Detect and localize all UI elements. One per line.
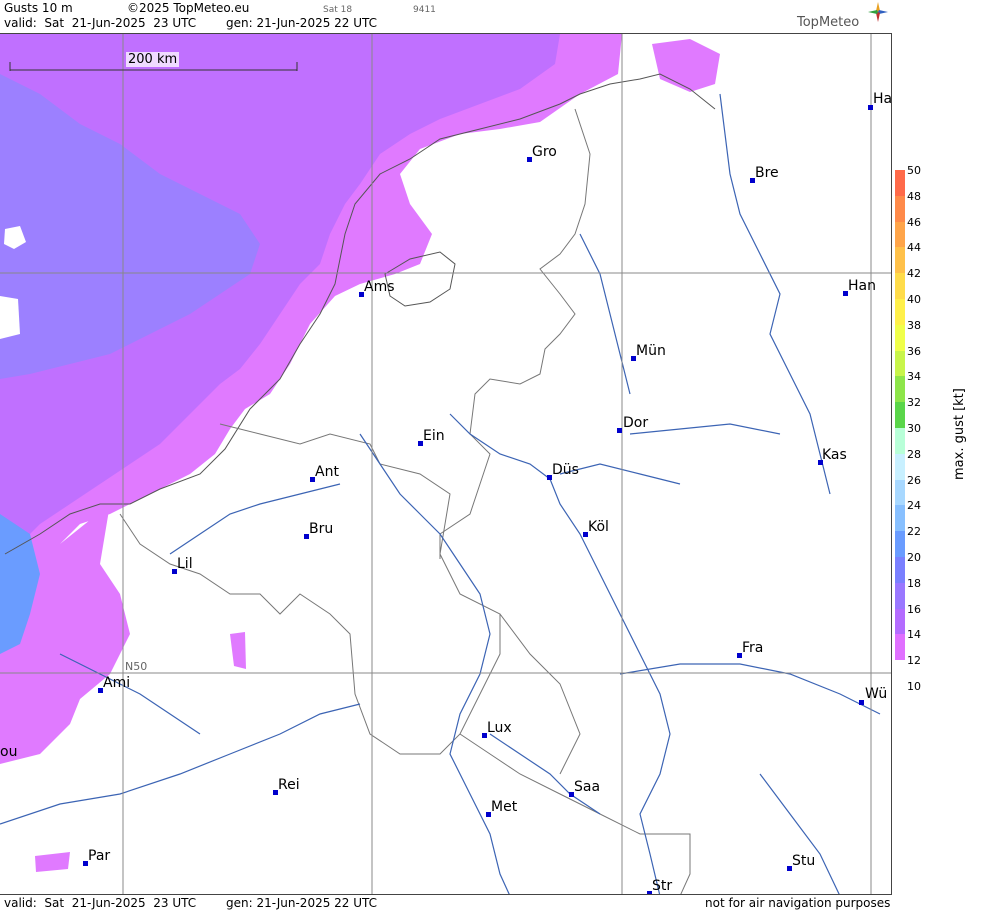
- city-label-ant[interactable]: Ant: [315, 465, 339, 479]
- city-label-saa[interactable]: Saa: [574, 780, 600, 794]
- city-label-rei[interactable]: Rei: [278, 778, 300, 792]
- legend-swatch: [895, 247, 905, 274]
- city-label-bru[interactable]: Bru: [309, 522, 333, 536]
- footer-valid-time: valid: Sat 21-Jun-2025 23 UTC: [4, 896, 197, 910]
- city-label-fra[interactable]: Fra: [742, 641, 763, 655]
- city-label-han[interactable]: Han: [848, 279, 876, 293]
- valid-time: valid: Sat 21-Jun-2025 23 UTC: [4, 16, 197, 30]
- legend-tick-label: 44: [907, 241, 921, 255]
- river-lippe: [629, 423, 781, 435]
- legend-tick-label: 28: [907, 447, 921, 461]
- gust-field-14kt-spot2: [35, 852, 70, 872]
- legend-swatch: [895, 376, 905, 403]
- legend-tick-label: 42: [907, 267, 921, 281]
- legend-tick-label: 10: [907, 680, 921, 693]
- city-label-str[interactable]: Str: [652, 879, 672, 893]
- legend-tick-label: 38: [907, 318, 921, 332]
- city-label-wur[interactable]: Wü: [865, 687, 887, 701]
- city-label-lux[interactable]: Lux: [487, 721, 512, 735]
- river-main: [619, 663, 881, 715]
- header-row-2: valid: Sat 21-Jun-2025 23 UTC gen: 21-Ju…: [0, 15, 893, 30]
- legend-tick-label: 12: [907, 654, 921, 668]
- legend-swatch: [895, 505, 905, 532]
- legend-tick-label: 24: [907, 499, 921, 513]
- legend-swatch: [895, 582, 905, 609]
- compass-logo-icon: [868, 2, 888, 22]
- legend-swatch: [895, 608, 905, 635]
- city-label-kas[interactable]: Kas: [822, 448, 847, 462]
- legend-swatch: [895, 453, 905, 480]
- river-weser: [719, 93, 831, 495]
- gust-field-14kt-spot: [230, 632, 246, 669]
- map-canvas: [0, 34, 891, 894]
- city-label-lil[interactable]: Lil: [177, 557, 193, 571]
- legend-tick-label: 36: [907, 344, 921, 358]
- legend-tick-label: 48: [907, 189, 921, 203]
- legend-swatch: [895, 531, 905, 558]
- city-label-ams[interactable]: Ams: [364, 280, 395, 294]
- legend-swatch: [895, 299, 905, 325]
- border-de-lux: [499, 613, 581, 775]
- city-label-gro[interactable]: Gro: [532, 145, 557, 159]
- gust-field-14kt-patch: [652, 39, 720, 92]
- legend-tick-label: 14: [907, 628, 921, 642]
- legend-swatch: [895, 195, 905, 222]
- legend-swatch: [895, 273, 905, 300]
- header-row-1: Gusts 10 m ©2025 TopMeteo.eu Sat 18 9411: [0, 0, 893, 15]
- city-label-met[interactable]: Met: [491, 800, 517, 814]
- legend-swatch: [895, 634, 905, 661]
- legend-tick-label: 46: [907, 215, 921, 229]
- legend-tick-label: 34: [907, 370, 921, 384]
- footer-gen-time: gen: 21-Jun-2025 22 UTC: [226, 896, 378, 910]
- city-label-dor[interactable]: Dor: [623, 416, 648, 430]
- legend-tick-label: 20: [907, 551, 921, 564]
- city-label-dus[interactable]: Düs: [552, 463, 579, 477]
- city-label-ein[interactable]: Ein: [423, 429, 445, 443]
- legend-tick-label: 26: [907, 473, 921, 487]
- legend-swatch: [895, 428, 905, 454]
- legend-swatch: [895, 350, 905, 377]
- legend-swatch: [895, 402, 905, 429]
- logo-text[interactable]: TopMeteo: [797, 15, 859, 30]
- city-label-bre[interactable]: Bre: [755, 166, 779, 180]
- legend-swatch: [895, 170, 905, 196]
- scale-label: 200 km: [126, 52, 180, 67]
- legend-tick-label: 22: [907, 525, 921, 539]
- legend-tick-label: 16: [907, 602, 921, 616]
- city-dot-dor: [617, 428, 622, 433]
- river-maas: [359, 433, 510, 894]
- river-scheldt: [169, 483, 341, 555]
- legend-tick-label: 40: [907, 293, 921, 306]
- city-label-bou[interactable]: ou: [0, 745, 17, 759]
- legend-title: max. gust [kt]: [952, 388, 967, 480]
- legend-tick-label: 50: [907, 164, 921, 177]
- legend-swatch: [895, 221, 905, 248]
- city-label-mun[interactable]: Mün: [636, 344, 666, 358]
- legend-tick-label: 18: [907, 576, 921, 590]
- gust-map[interactable]: 200 km N50 Gro Bre Ha Ams Han Mün Dor Ei…: [0, 33, 892, 895]
- legend-tick-label: 30: [907, 422, 921, 435]
- grid-label-n50: N50: [125, 660, 148, 673]
- city-label-kol[interactable]: Köl: [588, 520, 609, 534]
- legend-tick-label: 32: [907, 396, 921, 410]
- gust-field-white-hole2: [0, 296, 20, 339]
- city-label-ha[interactable]: Ha: [873, 92, 891, 106]
- city-label-par[interactable]: Par: [88, 849, 110, 863]
- river-rhine: [449, 413, 671, 894]
- footer: valid: Sat 21-Jun-2025 23 UTC gen: 21-Ju…: [0, 895, 893, 910]
- city-dot-wur: [859, 700, 864, 705]
- border-nl-de: [439, 108, 591, 559]
- color-legend: 50 48 46 44 42 40 38 36 34 32 30 28 26 24 22 20 18 16 14 12…: [893, 0, 983, 909]
- gen-time: gen: 21-Jun-2025 22 UTC: [226, 16, 378, 30]
- river-neckar: [759, 773, 840, 894]
- legend-swatch: [895, 324, 905, 351]
- legend-swatch: [895, 557, 905, 583]
- footer-disclaimer: not for air navigation purposes: [705, 896, 891, 910]
- copyright: ©2025 TopMeteo.eu: [127, 1, 250, 15]
- product-title: Gusts 10 m: [4, 1, 73, 15]
- city-label-stu[interactable]: Stu: [792, 854, 815, 868]
- city-label-ami[interactable]: Ami: [103, 676, 130, 690]
- legend-swatch: [895, 479, 905, 506]
